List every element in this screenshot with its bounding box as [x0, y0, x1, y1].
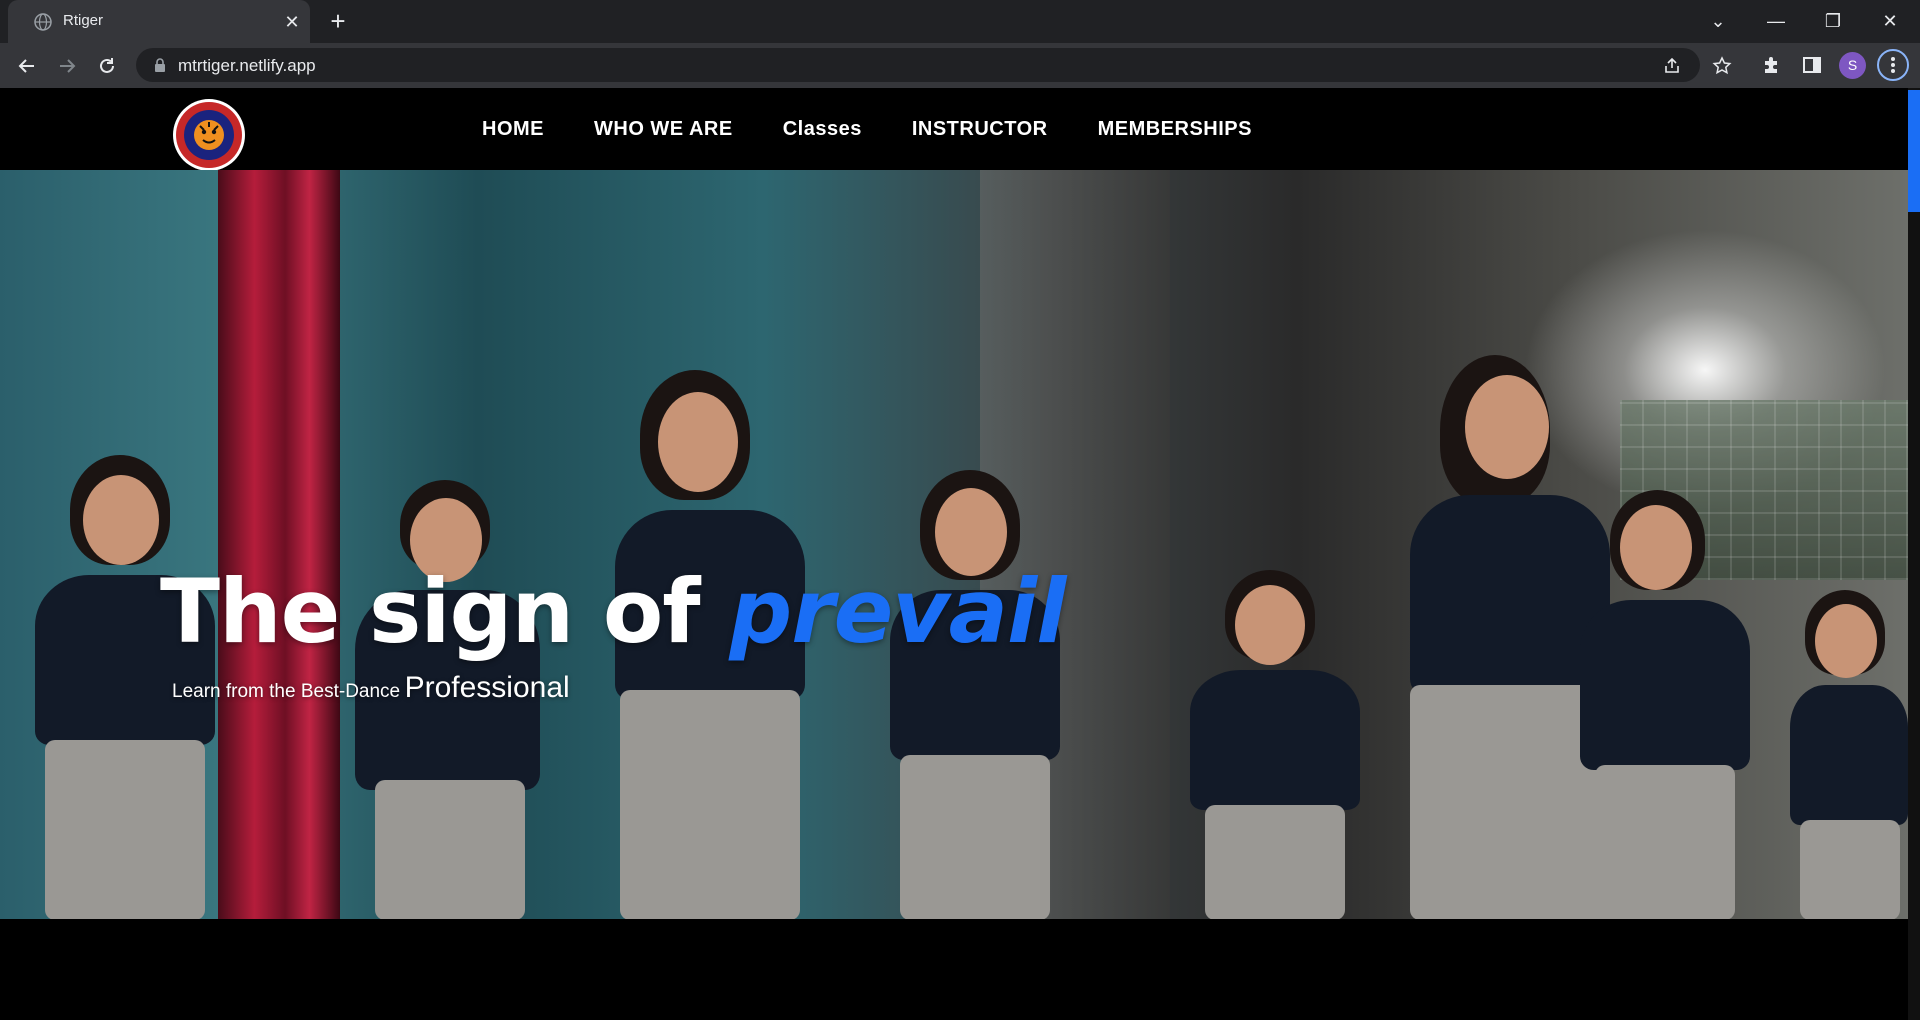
side-panel-button[interactable]: [1801, 54, 1823, 76]
arrow-right-icon: [60, 59, 76, 73]
tiger-logo[interactable]: [172, 98, 246, 172]
browser-toolbar: mtrtiger.netlify.app S: [0, 43, 1920, 88]
side-panel-icon: [1803, 57, 1821, 73]
arrow-left-icon: [18, 59, 34, 73]
close-tab-icon[interactable]: ✕: [282, 12, 302, 32]
tab-title: Rtiger: [63, 12, 104, 29]
dancer-figure: [1790, 590, 1908, 919]
nav-who-we-are[interactable]: WHO WE ARE: [594, 118, 733, 141]
page-viewport: HOME WHO WE ARE Classes INSTRUCTOR MEMBE…: [0, 88, 1920, 1020]
hero-title-accent: prevail: [729, 560, 1066, 663]
restore-button[interactable]: ❐: [1818, 6, 1848, 36]
lock-icon: [155, 58, 165, 72]
forward-button[interactable]: [52, 51, 82, 81]
page-scrollbar[interactable]: [1908, 88, 1920, 1020]
more-vertical-icon: [1891, 57, 1895, 73]
puzzle-icon: [1765, 57, 1777, 73]
minimize-button[interactable]: —: [1761, 6, 1791, 36]
nav-memberships[interactable]: MEMBERSHIPS: [1098, 118, 1252, 141]
address-bar[interactable]: mtrtiger.netlify.app: [136, 48, 1700, 82]
hero-title-main: The sign of: [160, 560, 730, 663]
new-tab-button[interactable]: +: [325, 8, 351, 35]
browser-tabstrip: Rtiger ✕ + ⌄ — ❐ ✕: [0, 0, 1920, 43]
back-button[interactable]: [12, 51, 42, 81]
share-icon[interactable]: [1662, 56, 1682, 76]
url-text: mtrtiger.netlify.app: [178, 56, 316, 75]
browser-tab[interactable]: Rtiger ✕: [8, 0, 310, 43]
reload-button[interactable]: [92, 51, 122, 81]
dancer-figure: [1570, 490, 1770, 919]
bookmark-star-icon[interactable]: [1712, 56, 1732, 76]
nav-instructor[interactable]: INSTRUCTOR: [912, 118, 1048, 141]
nav-home[interactable]: HOME: [482, 118, 544, 141]
window-close-button[interactable]: ✕: [1875, 6, 1905, 36]
hero-title: The sign of prevail: [160, 560, 1066, 663]
hero-banner: The sign of prevail Learn from the Best-…: [0, 170, 1908, 919]
hero-subtitle-small: Learn from the Best-Dance: [172, 681, 401, 702]
hero-subtitle: Learn from the Best-Dance Professional: [172, 671, 570, 705]
site-header: HOME WHO WE ARE Classes INSTRUCTOR MEMBE…: [0, 88, 1908, 172]
scrollbar-thumb[interactable]: [1908, 90, 1920, 212]
hero-subtitle-big: Professional: [404, 671, 570, 704]
tab-list-icon[interactable]: ⌄: [1703, 6, 1733, 36]
nav-classes[interactable]: Classes: [783, 118, 862, 141]
main-nav: HOME WHO WE ARE Classes INSTRUCTOR MEMBE…: [482, 118, 1302, 141]
extensions-button[interactable]: [1761, 54, 1783, 76]
globe-icon: [34, 13, 52, 31]
reload-icon: [100, 58, 114, 73]
dancer-figure: [1180, 570, 1380, 919]
profile-avatar[interactable]: S: [1839, 52, 1866, 79]
browser-menu-button[interactable]: [1877, 49, 1909, 81]
dancer-figure: [880, 470, 1080, 919]
